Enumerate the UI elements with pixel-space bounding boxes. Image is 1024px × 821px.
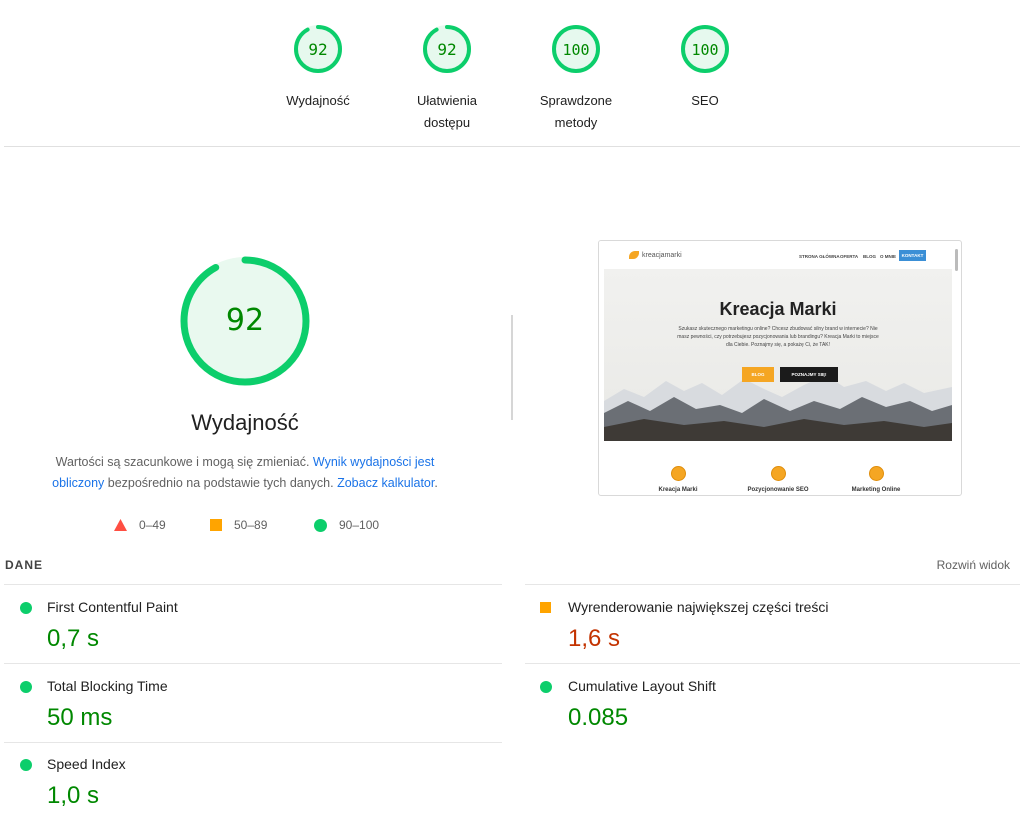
category-gauge-performance[interactable]: 92 Wydajność (258, 22, 378, 112)
metric-name-cls: Cumulative Layout Shift (568, 678, 716, 694)
gauge-label: Wydajność (286, 93, 350, 108)
metric-value-lcp: 1,6 s (568, 625, 621, 652)
thumb-logo-text: kreacjamarki (642, 251, 682, 259)
legend-item-pass: 90–100 (314, 516, 379, 534)
square-icon (210, 519, 222, 531)
thumb-navbar: kreacjamarki STRONA GŁÓWNA OFERTA BLOG O… (599, 241, 951, 271)
performance-title: Wydajność (191, 410, 299, 435)
thumb-menu-item: O MNIE (880, 254, 897, 259)
category-gauge-accessibility[interactable]: 92 Ułatwienia dostępu (387, 22, 507, 134)
bird-logo-icon (629, 251, 639, 259)
category-gauge-best-practices[interactable]: 100 Sprawdzone metody (516, 22, 636, 134)
metric-name-fcp: First Contentful Paint (47, 599, 178, 615)
divider (525, 663, 1020, 664)
feature-icon (868, 466, 884, 481)
metric-name-si: Speed Index (47, 756, 126, 772)
gauge-score: 92 (437, 40, 456, 59)
desc-text: Wartości są szacunkowe i mogą się zmieni… (55, 455, 313, 469)
performance-score: 92 (226, 303, 264, 338)
divider (525, 584, 1020, 585)
score-gauge-icon: 92 (423, 25, 471, 73)
thumb-meet-button: POZNAJMY SIĘ! (780, 367, 838, 382)
thumb-headline: Kreacja Marki (719, 299, 837, 319)
score-gauge-icon: 100 (552, 25, 600, 73)
divider (511, 315, 513, 420)
score-gauge-icon: 92 (294, 25, 342, 73)
thumb-menu-item: OFERTA (840, 254, 859, 259)
metric-name-tbt: Total Blocking Time (47, 678, 168, 694)
legend-item-average: 50–89 (210, 516, 267, 534)
metric-value-fcp: 0,7 s (47, 625, 100, 652)
gauge-label: Ułatwienia dostępu (417, 93, 477, 130)
gauge-label: SEO (691, 93, 719, 108)
legend-range: 90–100 (339, 518, 380, 532)
thumb-logo: kreacjamarki (629, 251, 682, 259)
gauge-label: Sprawdzone metody (539, 93, 613, 130)
calculator-link[interactable]: Zobacz kalkulator (337, 476, 434, 490)
gauge-score: 100 (562, 41, 589, 59)
thumb-scrollbar (955, 249, 958, 271)
pass-circle-icon (20, 759, 32, 771)
page-screenshot-thumbnail[interactable]: kreacjamarki STRONA GŁÓWNA OFERTA BLOG O… (598, 240, 962, 496)
triangle-icon (114, 519, 127, 531)
legend-range: 50–89 (234, 518, 268, 532)
feature-label: Marketing Online (851, 487, 901, 493)
pass-circle-icon (20, 602, 32, 614)
gauge-score: 92 (308, 40, 327, 59)
legend-item-fail: 0–49 (114, 516, 166, 534)
thumb-menu-item: STRONA GŁÓWNA (799, 254, 840, 259)
divider (4, 742, 502, 743)
thumb-menu-item: BLOG (863, 254, 876, 259)
divider (4, 663, 502, 664)
pass-circle-icon (540, 681, 552, 693)
thumb-hero: Kreacja Marki Szukasz skutecznego market… (604, 269, 952, 441)
metric-value-tbt: 50 ms (47, 704, 113, 731)
performance-gauge: 92 (180, 256, 310, 386)
metric-value-cls: 0.085 (568, 704, 629, 731)
pass-circle-icon (20, 681, 32, 693)
feature-label: Pozycjonowanie SEO (747, 487, 809, 493)
performance-description: Wartości są szacunkowe i mogą się zmieni… (30, 452, 460, 494)
thumb-blog-button: BLOG (742, 367, 774, 382)
thumb-feature: Kreacja Marki (633, 466, 723, 493)
metric-value-si: 1,0 s (47, 782, 100, 809)
metric-name-lcp: Wyrenderowanie największej części treści (568, 599, 829, 615)
feature-label: Kreacja Marki (658, 487, 698, 493)
desc-text: . (434, 476, 438, 490)
feature-icon (670, 466, 686, 481)
thumb-contact-button: KONTAKT (899, 250, 926, 261)
thumb-feature: Marketing Online (831, 466, 921, 493)
divider (4, 584, 502, 585)
circle-icon (314, 518, 327, 532)
expand-view-toggle[interactable]: Rozwiń widok (937, 558, 1010, 572)
metrics-header: DANE (5, 558, 44, 572)
feature-icon (770, 466, 786, 481)
thumb-feature: Pozycjonowanie SEO (733, 466, 823, 493)
category-gauge-seo[interactable]: 100 SEO (645, 22, 765, 112)
legend-range: 0–49 (139, 518, 166, 532)
mountains-illustration (604, 375, 952, 441)
desc-text: bezpośrednio na podstawie tych danych. (104, 476, 338, 490)
average-square-icon (540, 602, 551, 613)
gauge-score: 100 (691, 41, 718, 59)
score-gauge-icon: 100 (681, 25, 729, 73)
thumb-paragraph: Szukasz skutecznego marketingu online? C… (677, 326, 879, 348)
divider (4, 146, 1020, 147)
